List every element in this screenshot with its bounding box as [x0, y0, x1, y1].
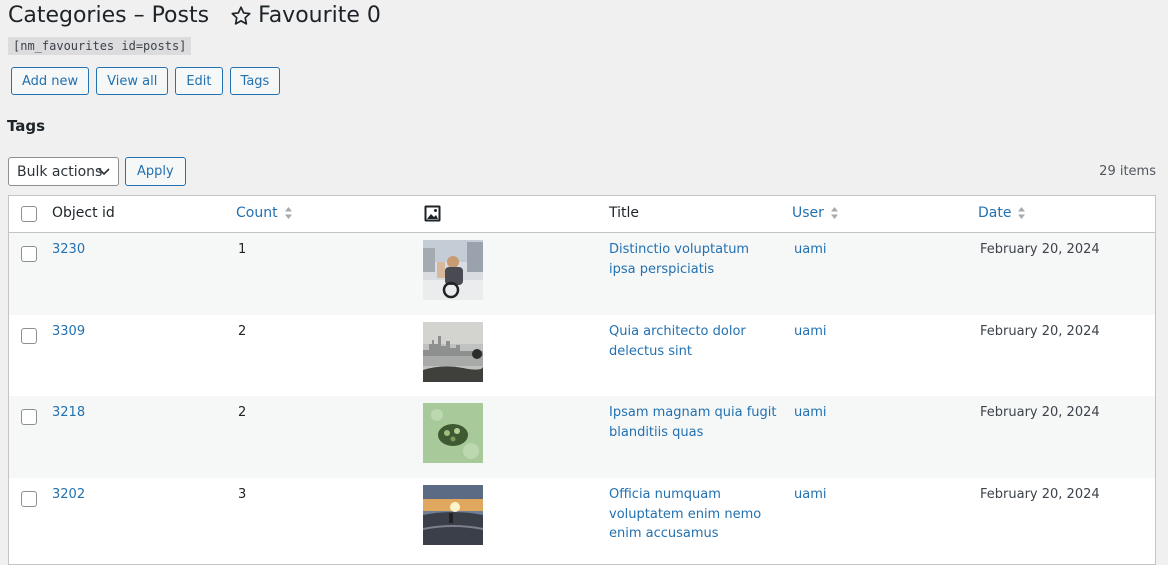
object-id-link[interactable]: 3230: [52, 240, 85, 260]
table-header: Object id Count Title User Date: [9, 196, 1155, 233]
date-value: February 20, 2024: [980, 405, 1100, 420]
column-date-label: Date: [978, 205, 1012, 221]
city-street-photo: [423, 240, 483, 300]
object-id-link[interactable]: 3218: [52, 403, 85, 423]
title-link[interactable]: Ipsam magnam quia fugit blanditiis quas: [609, 403, 779, 442]
add-new-button[interactable]: Add new: [11, 67, 90, 95]
bulk-actions-label: Bulk actions: [17, 163, 103, 180]
section-title: Tags: [7, 117, 46, 135]
page-title: Categories – Posts: [8, 3, 210, 28]
table-row: 3230 1 Distinctio voluptatum ipsa perspi…: [9, 233, 1155, 315]
column-object-id: Object id: [52, 205, 115, 221]
user-link[interactable]: uami: [794, 485, 826, 505]
row-checkbox[interactable]: [21, 491, 37, 507]
view-all-button[interactable]: View all: [96, 67, 169, 95]
sort-icon: [1018, 207, 1026, 219]
title-link[interactable]: Distinctio voluptatum ipsa perspiciatis: [609, 240, 779, 279]
image-icon: [424, 205, 441, 222]
count-value: 2: [238, 324, 247, 339]
shortcode: [nm_favourites id=posts]: [8, 37, 192, 55]
column-image: [424, 205, 441, 222]
items-count: 29 items: [1099, 164, 1156, 179]
select-all-checkbox[interactable]: [21, 206, 37, 222]
table-row: 3309 2 Quia architecto dolor delectus si…: [9, 315, 1155, 396]
row-checkbox[interactable]: [21, 246, 37, 262]
page-header: Categories – Posts Favourite 0: [8, 3, 381, 29]
edit-button[interactable]: Edit: [175, 67, 223, 95]
chevron-down-icon: [98, 168, 110, 176]
green-object-photo: [423, 403, 483, 463]
tags-button[interactable]: Tags: [229, 67, 281, 95]
sunset-photo: [423, 485, 483, 545]
date-value: February 20, 2024: [980, 242, 1100, 257]
user-link[interactable]: uami: [794, 240, 826, 260]
column-object-id-label: Object id: [52, 205, 115, 221]
column-title-label: Title: [609, 205, 640, 221]
column-user-label: User: [792, 205, 824, 221]
star-icon: [231, 6, 251, 25]
row-checkbox[interactable]: [21, 409, 37, 425]
table-row: 3202 3 Officia numquam voluptatem enim n…: [9, 478, 1155, 564]
row-checkbox[interactable]: [21, 328, 37, 344]
column-user[interactable]: User: [792, 205, 839, 221]
title-link[interactable]: Quia architecto dolor delectus sint: [609, 322, 779, 361]
action-buttons: Add new View all Edit Tags: [11, 67, 281, 95]
favourite-toggle[interactable]: Favourite 0: [230, 3, 381, 29]
table-row: 3218 2 Ipsam magnam quia fugit blanditii…: [9, 396, 1155, 478]
count-value: 1: [238, 242, 247, 257]
posts-table: Object id Count Title User Date 3230 1 D…: [8, 195, 1156, 565]
favourite-label: Favourite 0: [258, 3, 381, 28]
column-title: Title: [609, 205, 639, 221]
object-id-link[interactable]: 3309: [52, 322, 85, 342]
skyline-photo: [423, 322, 483, 382]
count-value: 2: [238, 405, 247, 420]
count-value: 3: [238, 487, 247, 502]
sort-icon: [830, 207, 838, 219]
date-value: February 20, 2024: [980, 487, 1100, 502]
user-link[interactable]: uami: [794, 322, 826, 342]
bulk-actions-select[interactable]: Bulk actions: [8, 157, 119, 186]
object-id-link[interactable]: 3202: [52, 485, 85, 505]
date-value: February 20, 2024: [980, 324, 1100, 339]
column-date[interactable]: Date: [978, 205, 1026, 221]
column-count-label: Count: [236, 205, 278, 221]
title-link[interactable]: Officia numquam voluptatem enim nemo eni…: [609, 485, 779, 544]
column-count[interactable]: Count: [236, 205, 293, 221]
user-link[interactable]: uami: [794, 403, 826, 423]
apply-button[interactable]: Apply: [125, 157, 186, 186]
sort-icon: [284, 207, 292, 219]
